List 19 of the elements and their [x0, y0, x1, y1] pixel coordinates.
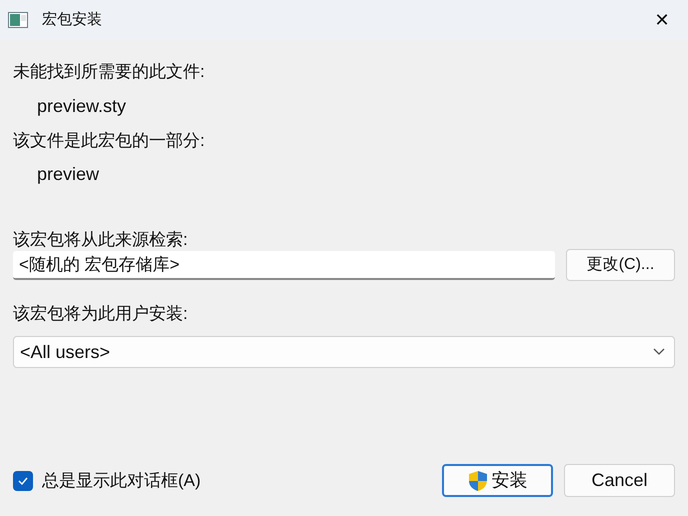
missing-file-label: 未能找到所需要的此文件:: [13, 61, 206, 83]
close-button[interactable]: ✕: [640, 0, 684, 40]
chevron-down-icon: [653, 348, 665, 356]
install-button[interactable]: 安装: [442, 464, 553, 497]
checkbox-label: 总是显示此对话框(A): [42, 470, 201, 492]
app-icon: [8, 12, 28, 28]
checkbox[interactable]: [13, 470, 33, 490]
shield-icon: [468, 470, 488, 492]
change-button[interactable]: 更改(C)...: [566, 249, 675, 281]
user-select[interactable]: <All users>: [13, 336, 675, 368]
missing-file-name: preview.sty: [36, 95, 128, 117]
cancel-button[interactable]: Cancel: [564, 464, 675, 497]
source-field[interactable]: <随机的 宏包存储库>: [13, 250, 555, 280]
user-label: 该宏包将为此用户安装:: [13, 303, 189, 325]
package-label: 该文件是此宏包的一部分:: [13, 130, 206, 152]
check-icon: [18, 476, 28, 484]
package-name: preview: [36, 163, 100, 185]
window-title: 宏包安装: [42, 10, 102, 30]
source-label: 该宏包将从此来源检索:: [13, 229, 189, 251]
